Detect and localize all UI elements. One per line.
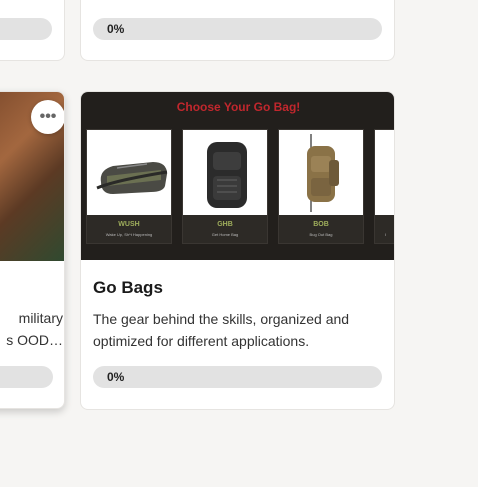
bag-tile-partial: I (374, 129, 394, 244)
progress-label: 0% (107, 370, 125, 384)
course-title[interactable]: Go Bags (93, 278, 163, 298)
bag-tile-wush: WUSH Wake Up, Sh*t Happening (86, 129, 172, 244)
description-line-1: military (18, 310, 63, 326)
tile-subtitle: Get Home Bag (211, 232, 239, 237)
tile-label: I (375, 215, 394, 243)
bag-tile-bob: BOB Bug Out Bag (278, 129, 364, 244)
tile-label: BOB Bug Out Bag (279, 215, 363, 243)
tile-subtitle: Bug Out Bag (309, 232, 333, 237)
tile-name: GHB (217, 221, 233, 228)
course-description: military s OOD… (0, 307, 64, 351)
course-thumbnail: Choose Your Go Bag! WUSH Wake Up, Sh*t H… (81, 92, 394, 260)
course-card-top-right[interactable]: 0% (80, 0, 395, 61)
more-icon: ••• (39, 108, 57, 125)
tile-label: GHB Get Home Bag (183, 215, 267, 243)
banner-title: Choose Your Go Bag! (176, 100, 301, 114)
progress-bar (0, 366, 53, 388)
bag-tile-ghb: GHB Get Home Bag (182, 129, 268, 244)
course-description: The gear behind the skills, organized an… (93, 311, 350, 349)
progress-bar: 0% (93, 366, 382, 388)
progress-bar (0, 18, 52, 40)
course-card-top-left[interactable] (0, 0, 65, 61)
sling-bag-icon (96, 162, 168, 194)
description-line-2: s OOD… (6, 332, 63, 348)
course-card-left[interactable]: ••• military s OOD… (0, 91, 65, 409)
backpack-icon (207, 142, 247, 208)
course-card-go-bags[interactable]: Choose Your Go Bag! WUSH Wake Up, Sh*t H… (80, 91, 395, 410)
tile-subtitle: I (385, 232, 387, 237)
tile-subtitle: Wake Up, Sh*t Happening (105, 232, 153, 237)
more-options-button[interactable]: ••• (31, 100, 64, 134)
progress-bar: 0% (93, 18, 382, 40)
rucksack-icon (307, 134, 339, 212)
tile-name: BOB (313, 221, 329, 228)
progress-label: 0% (107, 22, 125, 36)
tile-label: WUSH Wake Up, Sh*t Happening (87, 215, 171, 243)
tile-name: WUSH (118, 221, 140, 228)
